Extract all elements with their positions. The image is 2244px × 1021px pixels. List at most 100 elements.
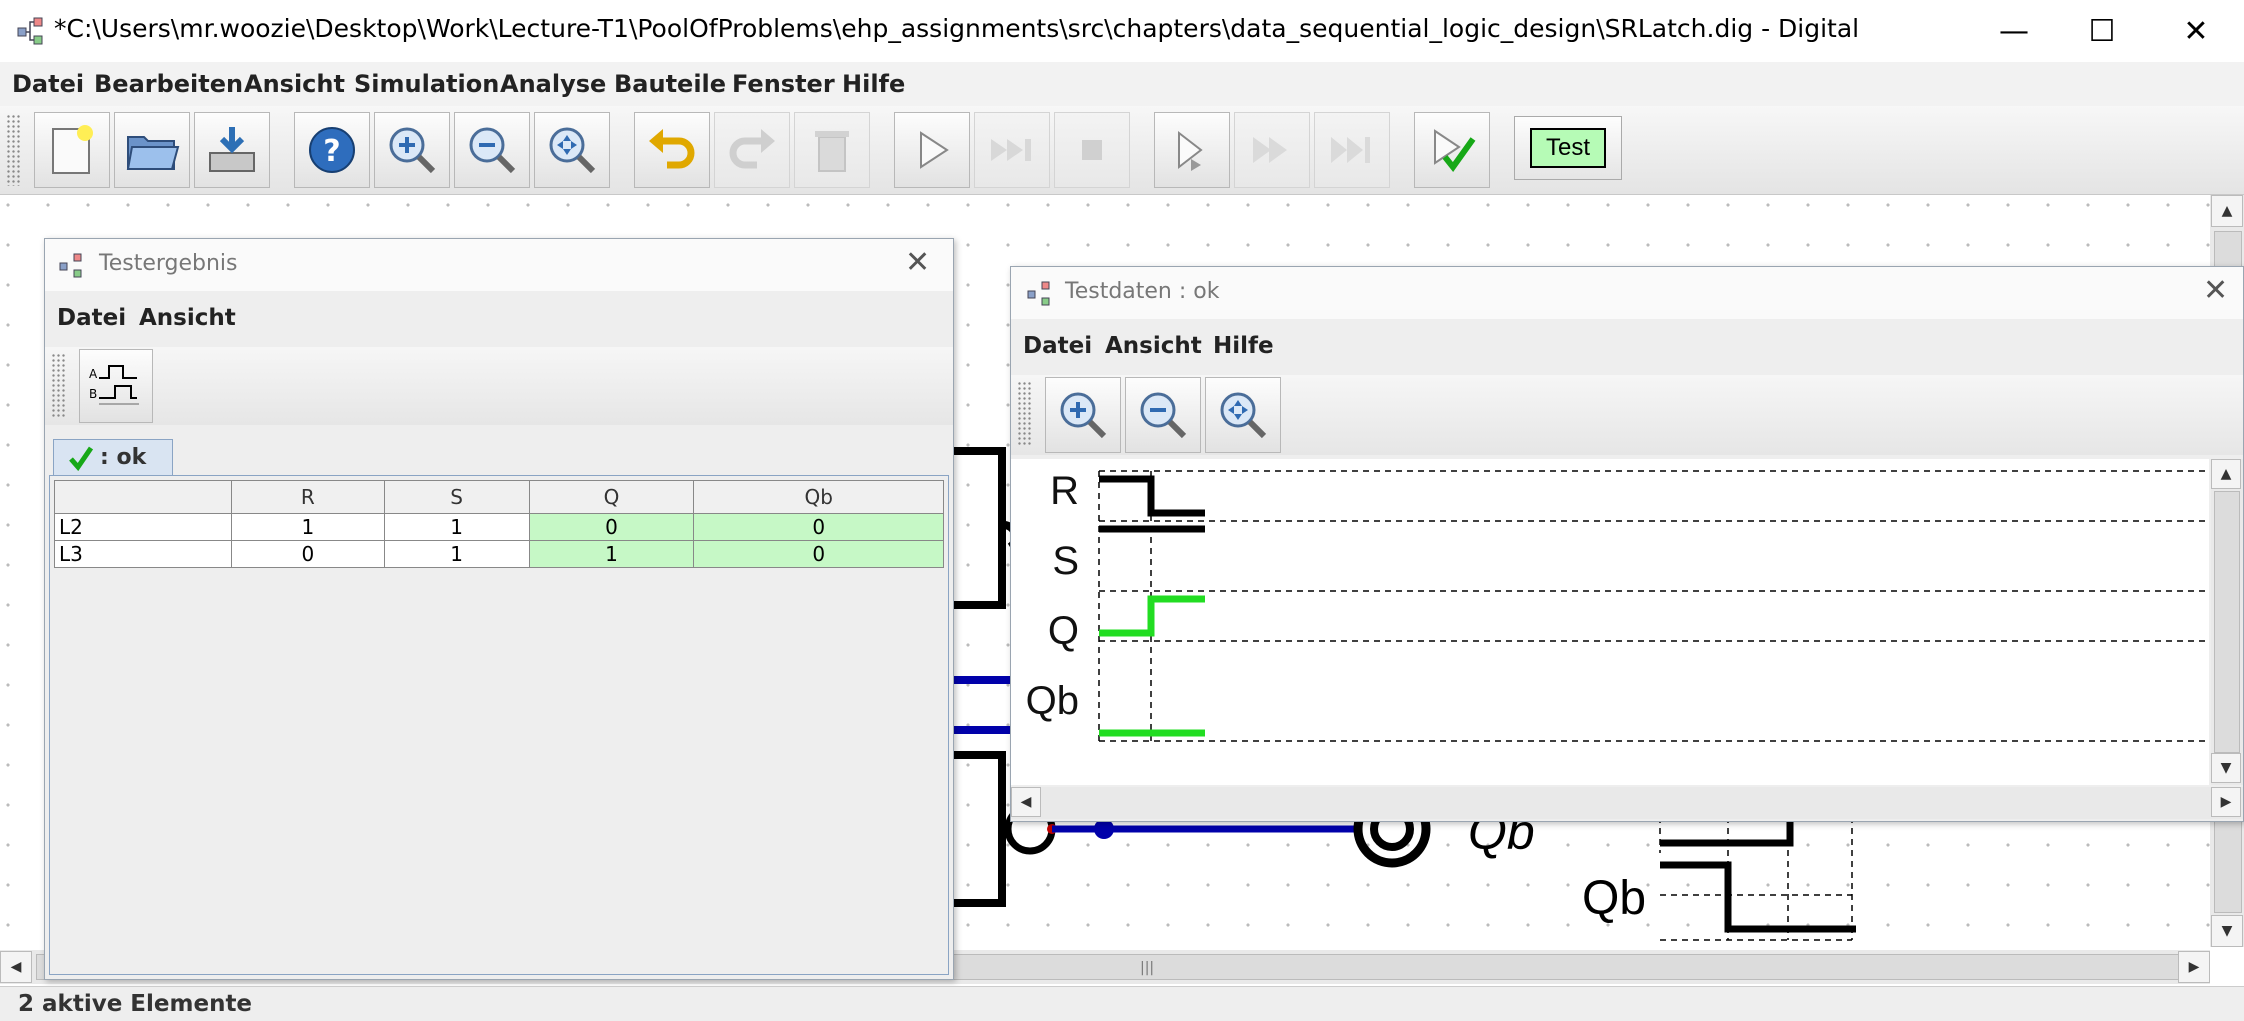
tab-label: : ok (100, 445, 147, 470)
menu-analyse[interactable]: Analyse (500, 70, 606, 98)
close-icon[interactable]: ✕ (905, 245, 930, 280)
zoom-out-button[interactable] (454, 112, 530, 188)
timing-vertical-scrollbar[interactable]: ▲ ▼ (2211, 459, 2243, 785)
micro-step-icon (1331, 137, 1370, 163)
save-button[interactable] (194, 112, 270, 188)
timing-traces (1098, 470, 2207, 742)
menu-fenster[interactable]: Fenster (732, 70, 835, 98)
column-header[interactable] (54, 480, 232, 514)
stop-icon (1082, 140, 1102, 160)
test-result-toolbar: A B (45, 347, 953, 425)
test-data-window[interactable]: Testdaten : ok ✕ Datei Ansicht Hilfe R S… (1010, 266, 2244, 822)
menu-hilfe[interactable]: Hilfe (1213, 333, 1274, 359)
menu-bearbeiten[interactable]: Bearbeiten (94, 70, 243, 98)
zoom-in-button[interactable] (1045, 377, 1121, 453)
scroll-left-button[interactable]: ◀ (1011, 787, 1041, 817)
single-gate-step-icon (1178, 130, 1203, 171)
undo-icon (649, 129, 695, 169)
scroll-thumb[interactable] (2214, 491, 2240, 753)
window-title: *C:\Users\mr.woozie\Desktop\Work\Lecture… (54, 14, 1860, 43)
menu-bauteile[interactable]: Bauteile (614, 70, 726, 98)
minimize-button[interactable]: — (1968, 0, 2060, 62)
table-row[interactable]: L2 1 1 0 0 (54, 513, 944, 541)
trace-r (1099, 475, 1205, 517)
column-header[interactable]: Q (528, 480, 695, 514)
timing-label: Qb (1582, 872, 1647, 925)
timing-horizontal-scrollbar[interactable]: ◀ ▶ (1011, 787, 2243, 819)
open-button[interactable] (114, 112, 190, 188)
test-data-title: Testdaten : ok (1065, 279, 1220, 304)
open-folder-icon (126, 136, 180, 170)
app-logo-icon (59, 253, 82, 278)
close-icon[interactable]: ✕ (2203, 273, 2228, 308)
gate-step-button[interactable] (1154, 112, 1230, 188)
delete-button[interactable] (794, 112, 870, 188)
status-bar: 2 aktive Elemente (0, 986, 2244, 1021)
close-button[interactable]: ✕ (2150, 0, 2242, 62)
status-text: 2 aktive Elemente (18, 991, 253, 1017)
delete-icon (815, 131, 849, 172)
scroll-down-button[interactable]: ▼ (2211, 753, 2241, 783)
menu-ansicht[interactable]: Ansicht (1105, 333, 1202, 359)
cell-q: 0 (528, 513, 695, 541)
column-header[interactable]: S (383, 480, 530, 514)
zoom-in-button[interactable] (374, 112, 450, 188)
run-tests-button[interactable] (1414, 112, 1490, 188)
run-tests-icon (1434, 129, 1476, 172)
step-button[interactable] (974, 112, 1050, 188)
fit-button[interactable] (1205, 377, 1281, 453)
maximize-button[interactable]: ☐ (2056, 0, 2148, 62)
menu-hilfe[interactable]: Hilfe (842, 70, 905, 98)
menu-ansicht[interactable]: Ansicht (139, 305, 236, 331)
junction-dot (1094, 819, 1114, 839)
tab-result-ok[interactable]: : ok (53, 439, 173, 475)
test-data-titlebar[interactable]: Testdaten : ok ✕ (1011, 267, 2243, 319)
test-button[interactable]: Test (1514, 116, 1622, 180)
start-simulation-button[interactable] (894, 112, 970, 188)
timing-trace-qb (1660, 861, 1856, 933)
redo-button[interactable] (714, 112, 790, 188)
result-table-panel: R S Q Qb L2 1 1 0 0 L3 0 1 1 0 (49, 475, 949, 975)
undo-button[interactable] (634, 112, 710, 188)
column-header[interactable]: Qb (693, 480, 944, 514)
row-name: L3 (54, 540, 232, 568)
micro-step-button[interactable] (1314, 112, 1390, 188)
column-header[interactable]: R (231, 480, 385, 514)
show-timing-button[interactable]: A B (79, 349, 153, 423)
scroll-left-button[interactable]: ◀ (0, 951, 32, 983)
menu-bar: Datei Bearbeiten Ansicht Simulation Anal… (0, 62, 2244, 106)
app-logo-icon (17, 17, 43, 45)
test-result-titlebar[interactable]: Testergebnis ✕ (45, 239, 953, 291)
run-to-break-icon (1253, 137, 1287, 163)
test-result-window[interactable]: Testergebnis ✕ Datei Ansicht A B : ok R (44, 238, 954, 980)
scroll-right-button[interactable]: ▶ (2178, 951, 2210, 983)
nor-gate-top (950, 447, 1006, 609)
toolbar-grip[interactable] (6, 114, 20, 186)
scroll-up-button[interactable]: ▲ (2211, 195, 2243, 227)
start-simulation-icon (920, 131, 949, 169)
menu-simulation[interactable]: Simulation (354, 70, 499, 98)
help-button[interactable]: ? (294, 112, 370, 188)
scroll-up-button[interactable]: ▲ (2211, 459, 2241, 489)
toolbar-grip[interactable] (51, 353, 65, 417)
menu-datei[interactable]: Datei (57, 305, 126, 331)
timing-diagram[interactable]: R S Q Qb (1011, 459, 2209, 785)
toolbar-grip[interactable] (1017, 381, 1031, 447)
scroll-down-button[interactable]: ▼ (2211, 915, 2243, 947)
menu-datei[interactable]: Datei (1023, 333, 1092, 359)
scroll-right-button[interactable]: ▶ (2211, 787, 2241, 817)
run-to-break-button[interactable] (1234, 112, 1310, 188)
menu-ansicht[interactable]: Ansicht (244, 70, 345, 98)
fit-button[interactable] (534, 112, 610, 188)
table-row[interactable]: L3 0 1 1 0 (54, 540, 944, 568)
menu-datei[interactable]: Datei (12, 70, 84, 98)
feedback-wire (950, 676, 1012, 734)
redo-icon (729, 129, 775, 169)
trace-q (1099, 595, 1205, 637)
cell-s: 1 (383, 540, 530, 568)
zoom-out-button[interactable] (1125, 377, 1201, 453)
stop-button[interactable] (1054, 112, 1130, 188)
cell-qb: 0 (693, 513, 944, 541)
app-logo-icon (1027, 281, 1050, 306)
new-file-button[interactable] (34, 112, 110, 188)
